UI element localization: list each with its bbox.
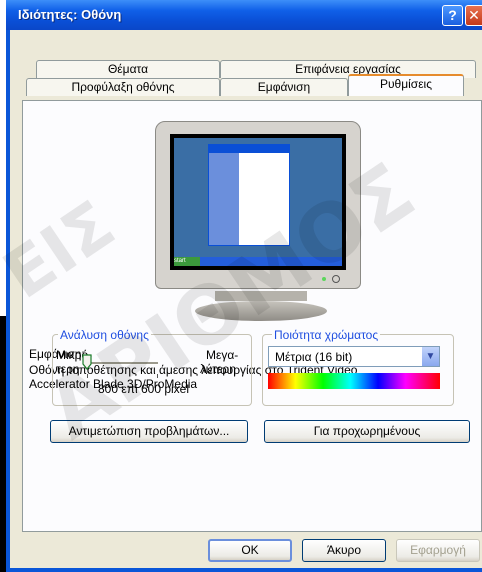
ok-button[interactable]: OK (208, 539, 292, 562)
window-title: Ιδιότητες: Οθόνη (18, 7, 122, 22)
tab-screensaver[interactable]: Προφύλαξη οθόνης (26, 78, 220, 96)
color-quality-group-label: Ποιότητα χρώματος (272, 328, 381, 342)
title-bar[interactable]: Ιδιότητες: Οθόνη ? ✕ (6, 0, 482, 30)
tab-themes[interactable]: Θέματα (36, 60, 220, 78)
preview-start-button: start (174, 257, 200, 266)
monitor-stand (195, 301, 327, 321)
tab-appearance[interactable]: Εμφάνιση (220, 78, 348, 96)
cancel-button[interactable]: Άκυρο (302, 539, 386, 562)
dialog-client-area: Θέματα Επιφάνεια εργασίας Προφύλαξη οθόν… (10, 30, 482, 568)
power-button-icon (332, 275, 340, 283)
monitor-preview: start (155, 121, 361, 289)
color-quality-select[interactable]: Μέτρια (16 bit) ▼ (268, 346, 440, 367)
slider-tick (87, 374, 88, 378)
apply-button[interactable]: Εφαρμογή (396, 539, 480, 562)
resolution-more-label-2: λύτερη (200, 362, 236, 376)
monitor-neck (215, 291, 307, 301)
dialog-window: Ιδιότητες: Οθόνη ? ✕ Θέματα Επιφάνεια ερ… (6, 0, 482, 572)
troubleshoot-button[interactable]: Αντιμετώπιση προβλημάτων... (50, 420, 248, 443)
power-led-icon (322, 277, 326, 281)
color-quality-group (262, 334, 454, 406)
monitor-screen: start (170, 134, 346, 270)
resolution-group-label: Ανάλυση οθόνης (58, 328, 151, 342)
preview-window (208, 144, 290, 246)
resolution-less-label-2: τερη (56, 362, 80, 376)
advanced-button[interactable]: Για προχωρημένους (264, 420, 470, 443)
resolution-more-label: Μεγα- (206, 348, 239, 362)
chevron-down-icon[interactable]: ▼ (422, 347, 439, 366)
tab-settings[interactable]: Ρυθμίσεις (348, 74, 464, 96)
resolution-slider-thumb[interactable] (82, 354, 92, 370)
preview-taskbar: start (174, 257, 342, 266)
resolution-value: 800 επί 600 pixel (98, 382, 190, 396)
color-quality-value: Μέτρια (16 bit) (275, 350, 353, 364)
settings-panel: start Εμφάνιση: Οθόνη τοποθέτησης και άμ… (22, 100, 482, 532)
desktop-preview: start (174, 138, 342, 266)
left-border (0, 316, 6, 572)
color-spectrum-bar (268, 373, 440, 389)
resolution-slider-track[interactable] (88, 362, 158, 365)
help-button[interactable]: ? (442, 5, 463, 26)
slider-tick (157, 374, 158, 378)
close-button[interactable]: ✕ (465, 5, 482, 26)
